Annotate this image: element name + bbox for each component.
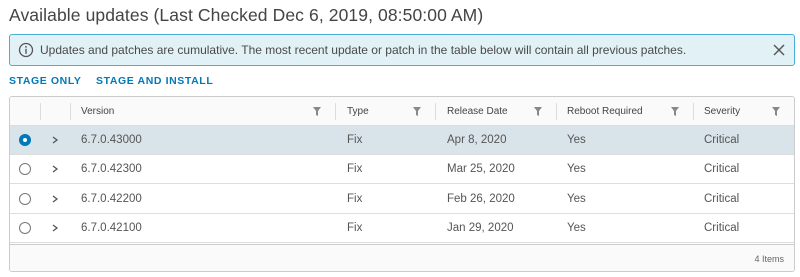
updates-table: Version Type Release Date Reboot Require… — [9, 96, 795, 272]
table-row[interactable]: 6.7.0.42200 Fix Feb 26, 2020 Yes Critica… — [10, 185, 794, 214]
severity-cell: Critical — [704, 163, 740, 175]
release-date-cell: Jan 29, 2020 — [447, 222, 514, 234]
release-date-cell: Feb 26, 2020 — [447, 193, 515, 205]
column-header-reboot-required[interactable]: Reboot Required — [567, 97, 643, 125]
column-separator — [693, 103, 694, 120]
chevron-right-icon[interactable] — [51, 165, 59, 173]
row-radio[interactable] — [19, 163, 31, 175]
reboot-cell: Yes — [567, 134, 586, 146]
severity-cell: Critical — [704, 193, 740, 205]
type-cell: Fix — [347, 222, 363, 234]
reboot-cell: Yes — [567, 163, 586, 175]
stage-and-install-button[interactable]: STAGE AND INSTALL — [96, 75, 213, 87]
column-separator — [70, 103, 71, 120]
table-row[interactable]: 6.7.0.43000 Fix Apr 8, 2020 Yes Critical — [10, 126, 794, 155]
alert-message: Updates and patches are cumulative. The … — [40, 43, 687, 57]
chevron-right-icon[interactable] — [51, 136, 59, 144]
column-separator — [40, 103, 41, 120]
info-icon — [18, 42, 34, 58]
release-date-cell: Mar 25, 2020 — [447, 163, 515, 175]
filter-icon[interactable] — [313, 107, 321, 116]
severity-cell: Critical — [704, 222, 740, 234]
row-radio[interactable] — [19, 222, 31, 234]
filter-icon[interactable] — [413, 107, 421, 116]
column-header-type[interactable]: Type — [347, 97, 369, 125]
page-title: Available updates (Last Checked Dec 6, 2… — [9, 5, 484, 25]
table-footer: 4 Items — [10, 244, 794, 271]
row-radio[interactable] — [19, 134, 31, 146]
column-separator — [335, 103, 336, 120]
info-alert: Updates and patches are cumulative. The … — [9, 34, 795, 66]
column-header-version[interactable]: Version — [81, 97, 114, 125]
reboot-cell: Yes — [567, 222, 586, 234]
filter-icon[interactable] — [534, 107, 542, 116]
version-cell: 6.7.0.42200 — [81, 193, 142, 205]
severity-cell: Critical — [704, 134, 740, 146]
type-cell: Fix — [347, 193, 363, 205]
version-cell: 6.7.0.43000 — [81, 134, 142, 146]
filter-icon[interactable] — [671, 107, 679, 116]
version-cell: 6.7.0.42100 — [81, 222, 142, 234]
reboot-cell: Yes — [567, 193, 586, 205]
chevron-right-icon[interactable] — [51, 224, 59, 232]
table-row[interactable]: 6.7.0.42100 Fix Jan 29, 2020 Yes Critica… — [10, 214, 794, 243]
stage-only-button[interactable]: STAGE ONLY — [9, 75, 82, 87]
filter-icon[interactable] — [772, 107, 780, 116]
item-count: 4 Items — [754, 254, 784, 264]
column-header-severity[interactable]: Severity — [704, 97, 740, 125]
column-separator — [435, 103, 436, 120]
type-cell: Fix — [347, 163, 363, 175]
chevron-right-icon[interactable] — [51, 195, 59, 203]
row-radio[interactable] — [19, 193, 31, 205]
close-icon[interactable] — [771, 42, 787, 58]
version-cell: 6.7.0.42300 — [81, 163, 142, 175]
type-cell: Fix — [347, 134, 363, 146]
table-row[interactable]: 6.7.0.42300 Fix Mar 25, 2020 Yes Critica… — [10, 155, 794, 184]
release-date-cell: Apr 8, 2020 — [447, 134, 507, 146]
column-separator — [556, 103, 557, 120]
table-header: Version Type Release Date Reboot Require… — [10, 97, 794, 126]
column-header-release-date[interactable]: Release Date — [447, 97, 508, 125]
